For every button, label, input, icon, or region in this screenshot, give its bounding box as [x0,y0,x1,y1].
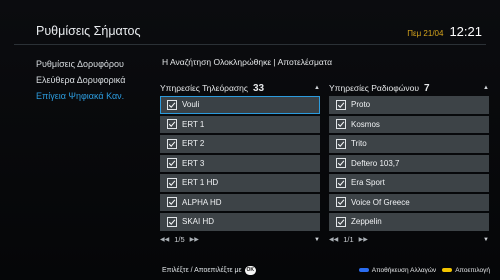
radio-page-indicator: 1/1 [343,235,354,244]
tv-page-indicator: 1/5 [174,235,185,244]
date-label: Πεμ 21/04 [407,29,444,38]
checkbox-checked-icon[interactable] [167,119,177,130]
time-label: 12:21 [449,24,482,39]
tv-services-label: Υπηρεσίες Τηλεόρασης [160,83,248,93]
radio-service-row[interactable]: Deftero 103,7 [329,154,489,172]
deselect-key[interactable]: Αποεπιλογή [442,267,490,274]
tv-service-row[interactable]: ERT 2 [160,135,320,153]
double-right-arrow-icon[interactable]: ▶▶ [190,236,199,243]
double-right-arrow-icon[interactable]: ▶▶ [359,236,368,243]
blue-key-icon [358,267,369,272]
radio-service-name: Proto [351,100,371,110]
page-title: Ρυθμίσεις Σήματος [36,24,141,38]
radio-service-name: Trito [351,139,367,149]
tv-service-name: Vouli [182,100,200,110]
double-left-arrow-icon[interactable]: ◀◀ [160,236,169,243]
save-changes-label: Αποθήκευση Αλλαγών [371,266,437,274]
checkbox-checked-icon[interactable] [336,158,346,169]
checkbox-checked-icon[interactable] [336,119,346,130]
tv-services-column: Υπηρεσίες Τηλεόρασης 33 ▲ Vouli ERT 1 ERT … [160,80,320,247]
checkbox-checked-icon[interactable] [336,216,346,227]
radio-service-row[interactable]: Kosmos [329,115,489,133]
footer-hint: Επιλέξτε / Αποεπιλέξτε με OK [162,265,256,275]
tv-service-row[interactable]: ERT 1 HD [160,174,320,192]
clock: Πεμ 21/04 12:21 [407,24,482,39]
checkbox-checked-icon[interactable] [167,197,177,208]
header-divider [14,44,486,45]
sidebar: Ρυθμίσεις Δορυφόρου Ελεύθερα Δορυφορικά … [36,56,154,104]
tv-services-list: Vouli ERT 1 ERT 2 ERT 3 ERT 1 HD ALPHA HD SKAI… [160,96,320,231]
radio-services-header: Υπηρεσίες Ραδιοφώνου 7 ▲ [329,80,489,96]
save-changes-key[interactable]: Αποθήκευση Αλλαγών [358,266,437,274]
checkbox-checked-icon[interactable] [167,158,177,169]
sidebar-item-free-satellite[interactable]: Ελεύθερα Δορυφορικά [36,72,154,88]
radio-service-name: Kosmos [351,119,380,129]
deselect-label: Αποεπιλογή [455,266,490,274]
radio-service-name: Era Sport [351,178,385,188]
radio-service-row[interactable]: Proto [329,96,489,114]
select-hint-label: Επιλέξτε / Αποεπιλέξτε με [162,266,242,274]
ok-button-icon: OK [244,265,256,275]
radio-service-row[interactable]: Trito [329,135,489,153]
checkbox-checked-icon[interactable] [336,99,346,110]
radio-service-name: Zeppelin [351,217,382,227]
radio-services-column: Υπηρεσίες Ραδιοφώνου 7 ▲ Proto Kosmos Trit… [329,80,489,247]
checkbox-checked-icon[interactable] [336,197,346,208]
sidebar-item-satellite-settings[interactable]: Ρυθμίσεις Δορυφόρου [36,56,154,72]
scroll-down-icon[interactable]: ▼ [314,237,320,243]
radio-pager: ◀◀ 1/1 ▶▶ ▼ [329,233,489,247]
checkbox-checked-icon[interactable] [167,138,177,149]
radio-services-list: Proto Kosmos Trito Deftero 103,7 Era Sport Vo… [329,96,489,231]
tv-services-header: Υπηρεσίες Τηλεόρασης 33 ▲ [160,80,320,96]
tv-service-row[interactable]: ERT 1 [160,115,320,133]
results-headline: Η Αναζήτηση Ολοκληρώθηκε | Αποτελέσματα [162,57,332,67]
tv-pager: ◀◀ 1/5 ▶▶ ▼ [160,233,320,247]
tv-service-name: ERT 2 [182,139,205,149]
radio-service-row[interactable]: Voice Of Greece [329,193,489,211]
tv-service-name: ERT 1 HD [182,178,219,188]
checkbox-checked-icon[interactable] [167,99,177,110]
radio-service-row[interactable]: Era Sport [329,174,489,192]
sidebar-item-terrestrial-digital[interactable]: Επίγεια Ψηφιακά Καν. [36,88,154,104]
tv-services-count: 33 [253,82,265,94]
footer-bar: Επιλέξτε / Αποεπιλέξτε με OK Αποθήκευση … [162,264,490,276]
tv-service-name: SKAI HD [182,217,215,227]
double-left-arrow-icon[interactable]: ◀◀ [329,236,338,243]
checkbox-checked-icon[interactable] [336,138,346,149]
tv-service-name: ERT 3 [182,158,205,168]
radio-services-count: 7 [423,82,430,94]
tv-service-row[interactable]: SKAI HD [160,213,320,231]
tv-service-row[interactable]: ERT 3 [160,154,320,172]
tv-service-row[interactable]: ALPHA HD [160,193,320,211]
checkbox-checked-icon[interactable] [167,177,177,188]
yellow-key-icon [442,267,453,272]
tv-service-name: ALPHA HD [182,197,222,207]
checkbox-checked-icon[interactable] [336,177,346,188]
tv-service-name: ERT 1 [182,119,205,129]
tv-service-row[interactable]: Vouli [160,96,320,114]
checkbox-checked-icon[interactable] [167,216,177,227]
color-key-legend: Αποθήκευση Αλλαγών Αποεπιλογή [358,266,490,274]
radio-service-row[interactable]: Zeppelin [329,213,489,231]
scroll-down-icon[interactable]: ▼ [483,237,489,243]
scroll-up-icon[interactable]: ▲ [483,85,489,91]
radio-service-name: Deftero 103,7 [351,158,400,168]
radio-services-label: Υπηρεσίες Ραδιοφώνου [329,83,419,93]
radio-service-name: Voice Of Greece [351,197,410,207]
scroll-up-icon[interactable]: ▲ [314,85,320,91]
